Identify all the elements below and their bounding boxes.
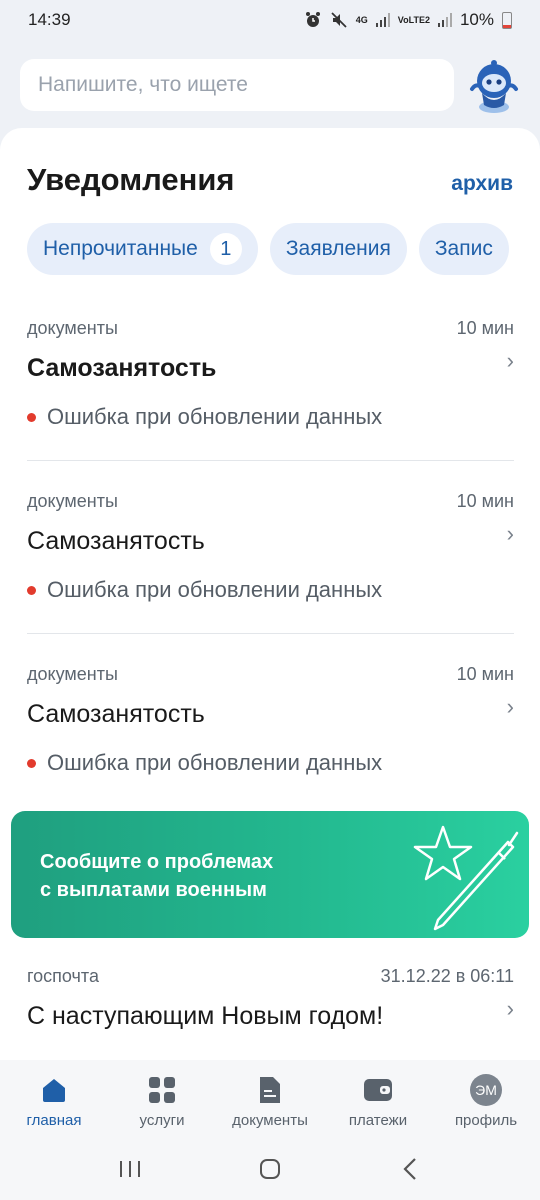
notification-item[interactable]: документы 10 мин Самозанятость › Ошибка … — [27, 664, 514, 814]
notification-category: документы — [27, 491, 118, 511]
chevron-right-icon: › — [506, 996, 514, 1021]
banner-line-1: Сообщите о проблемах — [40, 851, 274, 873]
recent-apps-icon — [120, 1161, 140, 1177]
banner-line-2: с выплатами военным — [40, 879, 267, 901]
status-icons: 4G VoLTE2 10% — [304, 10, 512, 30]
home-square-icon — [260, 1159, 280, 1179]
back-icon — [403, 1158, 416, 1180]
robot-assistant-icon[interactable] — [468, 59, 520, 113]
mute-icon — [331, 12, 347, 28]
error-dot-icon — [27, 758, 36, 768]
notification-status-text: Ошибка при обновлении данных — [47, 404, 383, 429]
notification-time: 10 мин — [456, 318, 514, 338]
chip-applications[interactable]: Заявления — [269, 223, 407, 275]
status-bar: 14:39 4G VoLTE2 10% — [0, 0, 540, 40]
notification-title: Самозанятость — [27, 700, 205, 728]
back-button[interactable] — [380, 1149, 440, 1189]
unread-count-badge: 1 — [209, 233, 242, 265]
divider — [27, 633, 514, 634]
chevron-right-icon: › — [506, 694, 514, 719]
home-system-button[interactable] — [240, 1149, 300, 1189]
notification-meta: документы 10 мин — [27, 491, 514, 512]
avatar: ЭМ — [470, 1074, 502, 1106]
alarm-icon — [305, 12, 320, 27]
notification-title: Самозанятость — [27, 354, 217, 382]
system-nav-bar — [0, 1138, 540, 1200]
nav-label: документы — [232, 1112, 308, 1129]
notification-time: 10 мин — [456, 664, 514, 684]
star-pen-icon — [413, 825, 519, 931]
wallet-icon — [362, 1074, 394, 1106]
status-time: 14:39 — [28, 10, 71, 29]
recent-apps-button[interactable] — [100, 1149, 160, 1189]
chip-label: Заявления — [285, 237, 391, 260]
notification-meta: госпочта 31.12.22 в 06:11 — [27, 966, 514, 987]
notification-title: С наступающим Новым годом! — [27, 1002, 384, 1030]
archive-link[interactable]: архив — [451, 172, 513, 196]
home-icon — [38, 1074, 70, 1106]
filter-chips: Непрочитанные 1 Заявления Запис — [27, 223, 509, 275]
nav-label: профиль — [454, 1112, 518, 1129]
chip-unread[interactable]: Непрочитанные 1 — [27, 223, 258, 275]
notification-status: Ошибка при обновлении данных — [27, 750, 382, 776]
notification-time: 10 мин — [456, 491, 514, 511]
chip-label: Непрочитанные — [43, 237, 198, 260]
notification-meta: документы 10 мин — [27, 664, 514, 685]
search-row — [20, 58, 520, 113]
search-input[interactable] — [20, 59, 454, 111]
battery-percent: 10% — [459, 10, 494, 29]
notification-meta: документы 10 мин — [27, 318, 514, 339]
notification-status-text: Ошибка при обновлении данных — [47, 577, 383, 602]
signal-icon — [437, 13, 452, 27]
chip-appointments[interactable]: Запис — [418, 223, 509, 275]
banner-text: Сообщите о проблемах с выплатами военным — [40, 848, 360, 904]
page-title: Уведомления — [27, 162, 235, 197]
document-icon — [254, 1074, 286, 1106]
notification-item-gospochta[interactable]: госпочта 31.12.22 в 06:11 С наступающим … — [27, 966, 514, 1056]
notification-category: госпочта — [27, 966, 99, 986]
network-volte: VoLTE2 — [397, 14, 430, 25]
chevron-right-icon: › — [506, 348, 514, 373]
nav-label: главная — [26, 1112, 82, 1129]
military-payments-banner[interactable]: Сообщите о проблемах с выплатами военным — [11, 811, 529, 938]
notification-category: документы — [27, 318, 118, 338]
nav-home[interactable]: главная — [0, 1060, 108, 1138]
bottom-nav: главная услуги документы платежи ЭМ проф… — [0, 1060, 540, 1138]
chevron-right-icon: › — [506, 521, 514, 546]
notification-item[interactable]: документы 10 мин Самозанятость › Ошибка … — [27, 491, 514, 641]
error-dot-icon — [27, 412, 36, 422]
error-dot-icon — [27, 585, 36, 595]
divider — [27, 460, 514, 461]
notifications-header: Уведомления архив — [27, 162, 513, 198]
notification-item[interactable]: документы 10 мин Самозанятость › Ошибка … — [27, 318, 514, 468]
notification-title: Самозанятость — [27, 527, 205, 555]
grid-icon — [146, 1074, 178, 1106]
nav-services[interactable]: услуги — [108, 1060, 216, 1138]
notification-status-text: Ошибка при обновлении данных — [47, 750, 383, 775]
nav-label: услуги — [139, 1112, 185, 1129]
signal-icon — [375, 13, 390, 27]
nav-payments[interactable]: платежи — [324, 1060, 432, 1138]
notifications-panel: Уведомления архив Непрочитанные 1 Заявле… — [0, 128, 540, 1060]
battery-icon — [502, 11, 512, 29]
notification-category: документы — [27, 664, 118, 684]
nav-label: платежи — [348, 1112, 408, 1129]
chip-label: Запис — [434, 237, 493, 260]
nav-documents[interactable]: документы — [216, 1060, 324, 1138]
notification-status: Ошибка при обновлении данных — [27, 404, 382, 430]
network-4g: 4G — [355, 14, 368, 25]
notification-status: Ошибка при обновлении данных — [27, 577, 382, 603]
notification-time: 31.12.22 в 06:11 — [380, 966, 514, 986]
nav-profile[interactable]: ЭМ профиль — [432, 1060, 540, 1138]
